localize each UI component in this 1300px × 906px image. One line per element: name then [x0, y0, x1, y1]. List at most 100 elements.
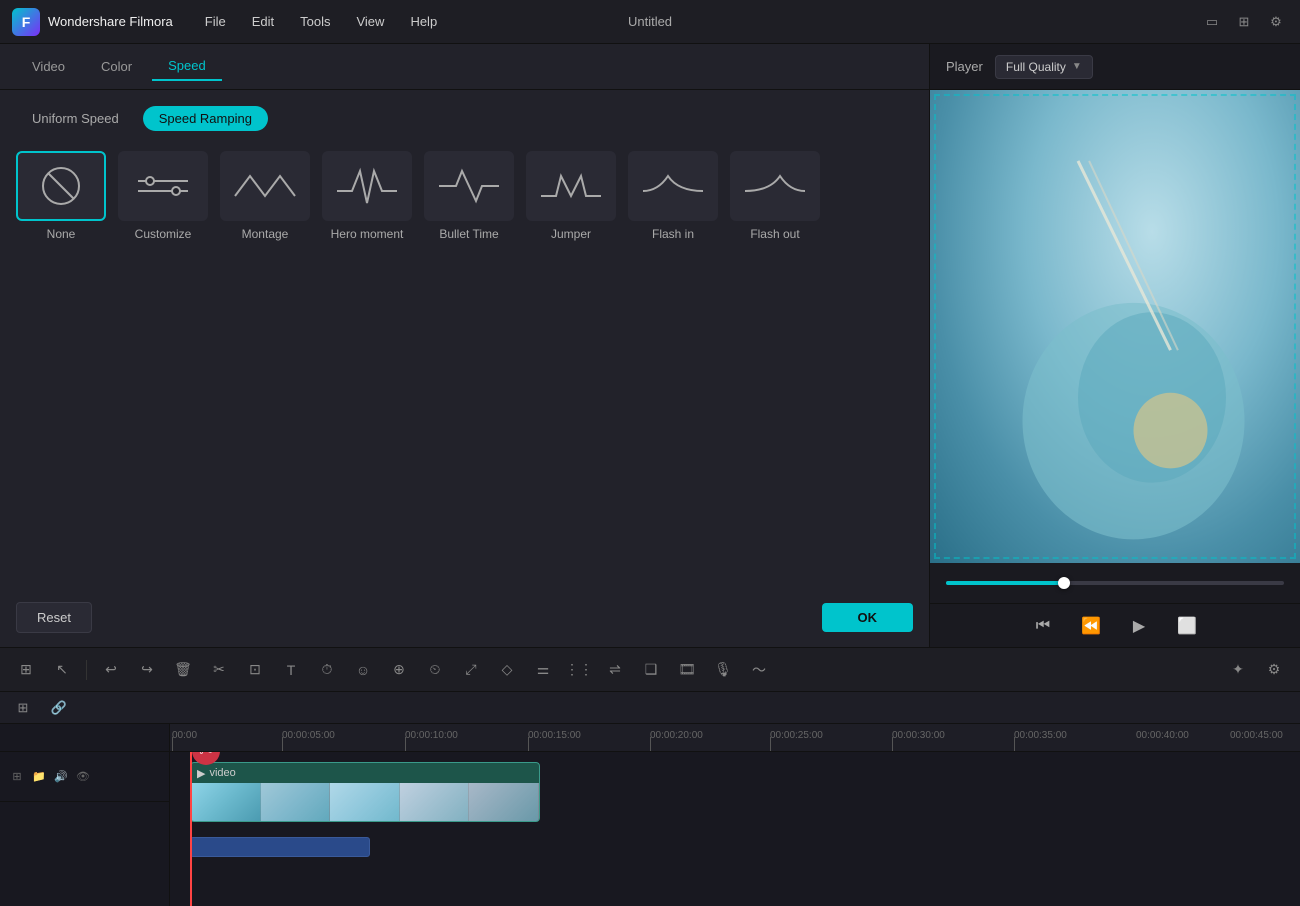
toolbar-clock-button[interactable]: ⏱ — [311, 654, 343, 686]
toolbar-settings-button[interactable]: ⚙ — [1258, 654, 1290, 686]
preset-flash-out-label: Flash out — [750, 227, 799, 241]
track-label-video: ⊞ 📁 🔊 👁 — [0, 752, 169, 802]
app-name: Wondershare Filmora — [48, 14, 173, 29]
window-maximize-button[interactable]: ⊞ — [1232, 10, 1256, 34]
timeline-right: 00:00 00:00:05:00 00:00:10:00 00:00:15:0… — [170, 724, 1300, 906]
track-icon-eye[interactable]: 👁 — [74, 768, 92, 786]
tab-speed[interactable]: Speed — [152, 52, 222, 81]
none-icon — [26, 161, 96, 211]
quality-value: Full Quality — [1006, 60, 1066, 74]
toolbar-wave-button[interactable]: 〜 — [743, 654, 775, 686]
window-settings-icon[interactable]: ⚙ — [1264, 10, 1288, 34]
toolbar-split-button[interactable]: ⇌ — [599, 654, 631, 686]
video-track[interactable]: ▶ video — [190, 762, 540, 822]
ruler-label-10: 00:00:10:00 — [405, 730, 458, 741]
player-stop-button[interactable]: ⬜ — [1171, 610, 1203, 642]
track-labels: ⊞ 📁 🔊 👁 — [0, 752, 169, 906]
toolbar-cut-button[interactable]: ✂ — [203, 654, 235, 686]
preset-none[interactable]: None — [16, 151, 106, 241]
left-panel: Video Color Speed Uniform Speed Speed Ra… — [0, 44, 930, 647]
track-icon-folder[interactable]: 📁 — [30, 768, 48, 786]
preset-flash-out[interactable]: Flash out — [730, 151, 820, 241]
preset-bullet-time-thumb — [424, 151, 514, 221]
preset-jumper-thumb — [526, 151, 616, 221]
montage-icon — [230, 161, 300, 211]
progress-bar[interactable] — [946, 581, 1284, 585]
track-label-icons: ⊞ 📁 🔊 👁 — [8, 768, 92, 786]
toolbar-film-button[interactable]: 🎞 — [671, 654, 703, 686]
right-panel: Player Full Quality ▼ — [930, 44, 1300, 647]
video-track-label: video — [209, 767, 235, 779]
player-rewind-button[interactable]: ⏮ — [1027, 610, 1059, 642]
tab-uniform-speed[interactable]: Uniform Speed — [16, 106, 135, 131]
toolbar-emoji-button[interactable]: ☺ — [347, 654, 379, 686]
toolbar-undo-button[interactable]: ↩ — [95, 654, 127, 686]
toolbar-grid-icon[interactable]: ⊞ — [10, 654, 42, 686]
toolbar-divider-1 — [86, 660, 87, 680]
playhead-line: 00:00 — [190, 752, 192, 906]
preset-customize-thumb — [118, 151, 208, 221]
toolbar-crop-button[interactable]: ⊡ — [239, 654, 271, 686]
player-step-back-button[interactable]: ⏪ — [1075, 610, 1107, 642]
menu-tools[interactable]: Tools — [288, 10, 342, 33]
preset-customize-label: Customize — [135, 227, 192, 241]
toolbar-embed-button[interactable]: ⊕ — [383, 654, 415, 686]
presets-grid: None Customize — [16, 151, 913, 241]
bullet-time-icon — [434, 161, 504, 211]
toolbar-text-button[interactable]: T — [275, 654, 307, 686]
ruler-tick-35 — [1014, 737, 1015, 751]
toolbar-timer-button[interactable]: ⏲ — [419, 654, 451, 686]
menu-edit[interactable]: Edit — [240, 10, 286, 33]
preset-hero-moment[interactable]: Hero moment — [322, 151, 412, 241]
track-icon-audio[interactable]: 🔊 — [52, 768, 70, 786]
toolbar-audio-button[interactable]: ⚌ — [527, 654, 559, 686]
flash-in-icon — [638, 161, 708, 211]
video-track-frames — [191, 783, 539, 822]
video-frame-3 — [330, 783, 400, 822]
toolbar-stamp-button[interactable]: ❑ — [635, 654, 667, 686]
track-icon-layers[interactable]: ⊞ — [8, 768, 26, 786]
ruler-label-15: 00:00:15:00 — [528, 730, 581, 741]
toolbar-fullscreen-button[interactable]: ⤢ — [455, 654, 487, 686]
tab-color[interactable]: Color — [85, 53, 148, 80]
player-play-button[interactable]: ▶ — [1123, 610, 1155, 642]
tab-video[interactable]: Video — [16, 53, 81, 80]
reset-button[interactable]: Reset — [16, 602, 92, 633]
progress-thumb — [1058, 577, 1070, 589]
toolbar-select-icon[interactable]: ↖ — [46, 654, 78, 686]
quality-select[interactable]: Full Quality ▼ — [995, 55, 1093, 79]
preset-jumper-label: Jumper — [551, 227, 591, 241]
video-content-svg — [930, 90, 1300, 563]
toolbar-keyframe-button[interactable]: ⋮⋮ — [563, 654, 595, 686]
play-icon: ▶ — [197, 767, 205, 780]
toolbar-particles-button[interactable]: ✦ — [1222, 654, 1254, 686]
preset-none-label: None — [47, 227, 76, 241]
ruler-label-35: 00:00:35:00 — [1014, 730, 1067, 741]
toolbar-mic-button[interactable]: 🎙 — [707, 654, 739, 686]
ruler-tick-5 — [282, 737, 283, 751]
toolbar-mask-button[interactable]: ◇ — [491, 654, 523, 686]
ruler-label-30: 00:00:30:00 — [892, 730, 945, 741]
menu-file[interactable]: File — [193, 10, 238, 33]
preset-montage[interactable]: Montage — [220, 151, 310, 241]
menu-help[interactable]: Help — [398, 10, 449, 33]
tab-speed-ramping[interactable]: Speed Ramping — [143, 106, 268, 131]
ok-button[interactable]: OK — [822, 603, 914, 632]
menu-view[interactable]: View — [344, 10, 396, 33]
window-minimize-button[interactable]: ▭ — [1200, 10, 1224, 34]
preset-customize[interactable]: Customize — [118, 151, 208, 241]
timeline-body: ⊞ 📁 🔊 👁 00:00 00:00:05:00 00:00:10:00 — [0, 724, 1300, 906]
timeline-link-button[interactable]: 🔗 — [46, 695, 72, 721]
toolbar-redo-button[interactable]: ↪ — [131, 654, 163, 686]
preset-montage-label: Montage — [242, 227, 289, 241]
preset-bullet-time[interactable]: Bullet Time — [424, 151, 514, 241]
preset-jumper[interactable]: Jumper — [526, 151, 616, 241]
blue-track[interactable] — [190, 837, 370, 857]
progress-fill — [946, 581, 1064, 585]
preset-flash-in[interactable]: Flash in — [628, 151, 718, 241]
ruler-tick-30 — [892, 737, 893, 751]
ruler-tick-25 — [770, 737, 771, 751]
timeline-add-button[interactable]: ⊞ — [10, 695, 36, 721]
toolbar-delete-button[interactable]: 🗑 — [167, 654, 199, 686]
ruler-label-5: 00:00:05:00 — [282, 730, 335, 741]
